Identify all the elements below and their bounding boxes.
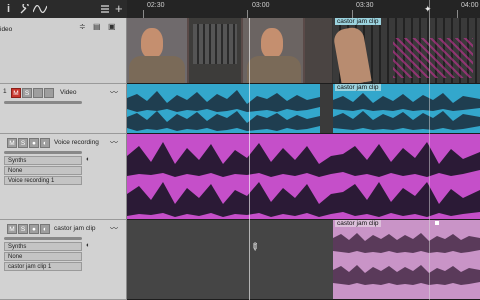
video-frame	[189, 18, 241, 83]
track-name: ideo	[0, 26, 13, 33]
fade-handle[interactable]	[435, 221, 439, 225]
video-clip-castor[interactable]: castor jam clip	[332, 18, 480, 83]
clip-label: castor jam clip	[335, 18, 381, 25]
solo-button[interactable]: S	[18, 224, 28, 234]
toggle-icon[interactable]: ◐	[86, 242, 90, 249]
track-header-castor[interactable]: M S ● ◐ castor jam clip 〰 Synths ◐ None …	[0, 220, 127, 300]
video-clip[interactable]	[127, 18, 332, 83]
take-dropdown[interactable]: Voice recording 1	[4, 176, 82, 185]
video-frame	[127, 18, 187, 83]
timeline-ruler[interactable]: 02:30 03:00 03:30 04:00 ✦	[127, 0, 480, 19]
waveform-icon: 〰	[110, 224, 118, 233]
waveform-icon: 〰	[110, 88, 118, 97]
track-name: Voice recording	[54, 139, 99, 146]
waveform	[127, 90, 320, 131]
audio-clip-castor[interactable]: castor jam clip	[333, 220, 480, 299]
volume-icon[interactable]: ≑	[79, 22, 86, 31]
track-header-1[interactable]: 1 M S Video 〰	[0, 84, 127, 134]
audio-clip[interactable]	[127, 84, 320, 133]
mute-button[interactable]: M	[11, 88, 21, 98]
dropdown-value: None	[8, 254, 23, 260]
automation-curve-icon[interactable]	[32, 0, 48, 18]
audio-lane-voice[interactable]	[127, 134, 480, 220]
dropdown-value: Synths	[8, 158, 27, 164]
add-track-icon[interactable]: +	[115, 0, 123, 18]
mute-button[interactable]: M	[7, 224, 17, 234]
arm-button[interactable]	[44, 88, 54, 98]
info-icon[interactable]: i	[7, 0, 10, 18]
film-icon[interactable]: ▤	[93, 22, 101, 31]
monitor-button[interactable]	[33, 88, 43, 98]
waveform	[333, 93, 480, 130]
input-group-dropdown[interactable]: Synths	[4, 156, 82, 165]
take-dropdown[interactable]: castor jam clip 1	[4, 262, 82, 271]
volume-slider[interactable]	[4, 101, 82, 104]
tick-label: 02:30	[147, 2, 165, 9]
major-tick	[457, 10, 458, 18]
input-group-dropdown[interactable]: Synths	[4, 242, 82, 251]
audio-lane-1[interactable]: castor jam clip	[127, 84, 480, 134]
tick-label: 04:00	[461, 2, 479, 9]
monitor-button[interactable]: ●	[29, 138, 39, 148]
audio-clip-castor[interactable]: castor jam clip	[333, 84, 480, 133]
video-lane[interactable]: castor jam clip	[127, 18, 480, 84]
arm-button[interactable]: ◐	[40, 224, 50, 234]
arm-button[interactable]: ◐	[40, 138, 50, 148]
toggle-icon[interactable]: ◐	[86, 156, 90, 163]
list-menu-icon[interactable]	[100, 0, 110, 18]
wrench-icon[interactable]	[20, 0, 30, 18]
loop-marker-line[interactable]	[429, 0, 430, 300]
volume-slider[interactable]	[4, 151, 82, 154]
tick-label: 03:00	[252, 2, 270, 9]
major-tick	[352, 10, 353, 18]
clip-label: castor jam clip	[335, 220, 381, 227]
volume-slider[interactable]	[4, 237, 82, 240]
dropdown-value: None	[8, 168, 23, 174]
playhead-marker-icon[interactable]: ✦	[424, 4, 432, 15]
audio-lane-castor[interactable]: castor jam clip ✎	[127, 220, 480, 300]
track-name: Video	[60, 89, 77, 96]
dropdown-value: Voice recording 1	[8, 178, 55, 184]
toolbar: i +	[0, 0, 127, 19]
video-frame	[243, 18, 303, 83]
video-frame	[305, 18, 332, 83]
waveform	[127, 142, 480, 217]
monitor-button[interactable]: ●	[29, 224, 39, 234]
mute-button[interactable]: M	[7, 138, 17, 148]
dropdown-value: castor jam clip 1	[8, 264, 52, 270]
video-track-header[interactable]: ideo ≑ ▤ ▣	[0, 18, 127, 84]
track-header-voice[interactable]: M S ● ◐ Voice recording 〰 Synths ◐ None …	[0, 134, 127, 220]
input-dropdown[interactable]: None	[4, 252, 82, 261]
major-tick	[143, 10, 144, 18]
track-number: 1	[3, 88, 7, 95]
input-dropdown[interactable]: None	[4, 166, 82, 175]
solo-button[interactable]: S	[22, 88, 32, 98]
dropdown-value: Synths	[8, 244, 27, 250]
playhead-line[interactable]	[249, 18, 250, 300]
major-tick	[247, 10, 248, 18]
tick-label: 03:30	[356, 2, 374, 9]
expand-icon[interactable]: ▣	[108, 22, 116, 31]
solo-button[interactable]: S	[18, 138, 28, 148]
waveform	[333, 233, 480, 285]
track-name: castor jam clip	[54, 225, 96, 232]
waveform-icon: 〰	[110, 138, 118, 147]
